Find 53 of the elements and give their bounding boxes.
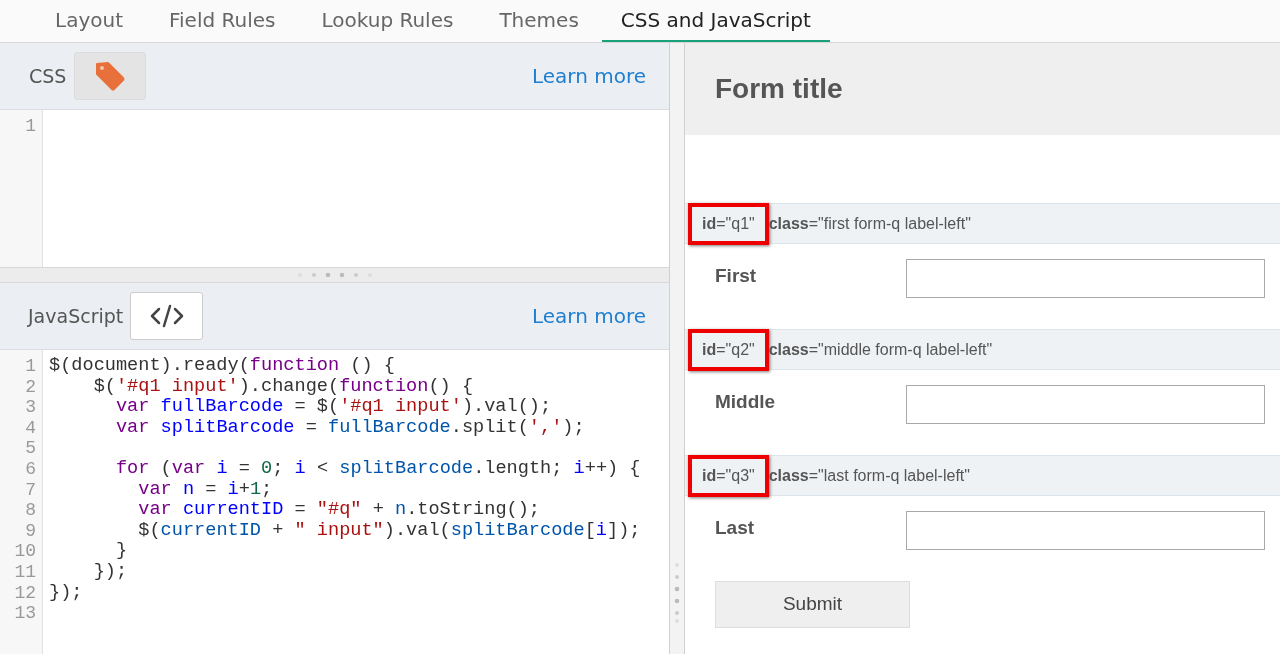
tag-icon (94, 60, 127, 92)
tab[interactable]: Field Rules (146, 0, 299, 42)
resize-handle-icon[interactable] (674, 562, 680, 624)
line-number: 1 (24, 356, 36, 377)
line-number: 5 (24, 438, 36, 459)
line-number: 6 (24, 458, 36, 480)
panel-title: JavaScript (28, 303, 124, 329)
line-number: 13 (13, 603, 36, 624)
code-icon (149, 304, 184, 328)
line-number: 11 (13, 561, 36, 583)
tab[interactable]: Layout (32, 0, 146, 42)
tab[interactable]: Lookup Rules (298, 0, 477, 42)
tab[interactable]: Themes (476, 0, 602, 42)
line-number: 9 (24, 520, 36, 542)
code-line: var n = i+1; (137, 478, 273, 500)
submit-button[interactable]: Submit (715, 581, 910, 628)
form-title: Form title (715, 72, 843, 106)
field-label: First (715, 264, 758, 288)
id-attribute: id="q2" (688, 328, 769, 371)
field-label: Middle (715, 390, 777, 414)
text-field[interactable] (906, 259, 1265, 298)
line-number: 8 (24, 500, 36, 521)
class-attribute: class="last form-q label-left" (768, 465, 970, 486)
line-number: 12 (13, 582, 36, 604)
text-field[interactable] (906, 385, 1265, 424)
text-field[interactable] (906, 511, 1265, 550)
panel-title: CSS (29, 63, 67, 89)
code-line: $(document).ready(function () { (49, 355, 395, 376)
code-line: } (114, 540, 128, 562)
code-line: for (var i = 0; i < splitBarcode.length; i++) { (114, 457, 641, 479)
tag-button[interactable] (74, 52, 147, 100)
line-number: 7 (24, 479, 36, 501)
code-line: var fullBarcode = $('#q1 input').val(); (114, 396, 552, 418)
code-button[interactable] (130, 292, 204, 340)
code-line: var splitBarcode = fullBarcode.split(','); (114, 416, 585, 438)
class-attribute: class="middle form-q label-left" (768, 339, 993, 360)
line-number: 2 (24, 376, 36, 398)
id-attribute: id="q3" (688, 454, 769, 497)
line-number: 10 (13, 541, 36, 562)
line-number: 4 (24, 417, 36, 439)
code-line: }); (92, 560, 128, 582)
code-line: $(currentID + " input").val(splitBarcode[i]); (137, 519, 641, 541)
id-attribute: id="q1" (688, 202, 769, 245)
class-attribute: class="first form-q label-left" (768, 213, 971, 234)
learn-more-link[interactable]: Learn more (531, 61, 646, 91)
learn-more-link[interactable]: Learn more (531, 301, 646, 331)
line-number: 1 (24, 116, 36, 137)
code-line: }); (49, 581, 83, 603)
resize-handle-icon[interactable] (296, 272, 373, 278)
code-line: var currentID = "#q" + n.toString(); (137, 499, 541, 521)
code-line: $('#q1 input').change(function() { (92, 375, 474, 397)
field-label: Last (715, 516, 756, 540)
line-number: 3 (24, 397, 36, 418)
